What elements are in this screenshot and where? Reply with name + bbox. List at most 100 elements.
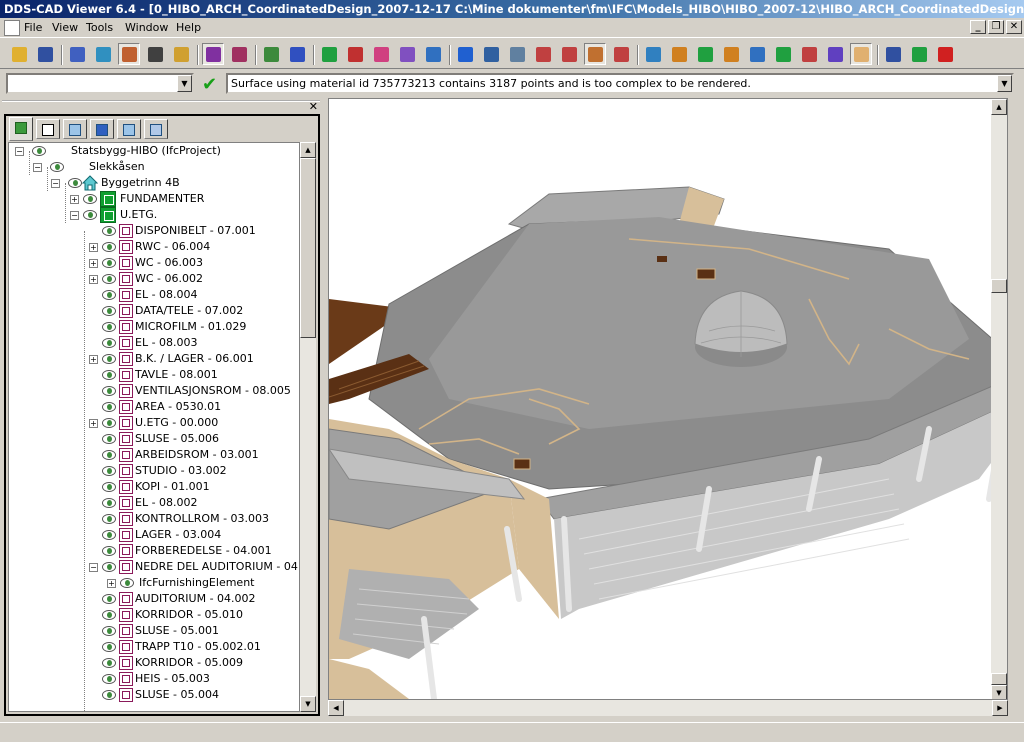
restore-button[interactable]: ❐ <box>988 20 1004 34</box>
tree-node-space[interactable]: + IfcFurnishingElement <box>107 575 299 591</box>
tree-node-space[interactable]: DATA/TELE - 07.002 <box>89 303 299 319</box>
eye-icon[interactable] <box>102 370 116 380</box>
hide-object-button[interactable] <box>344 43 366 65</box>
box-button[interactable] <box>506 43 528 65</box>
eye-icon[interactable] <box>32 146 46 156</box>
back-button[interactable] <box>694 43 716 65</box>
eye-icon[interactable] <box>68 178 82 188</box>
eye-icon[interactable] <box>102 482 116 492</box>
tree-node-space[interactable]: SLUSE - 05.006 <box>89 431 299 447</box>
collapse-toggle[interactable]: − <box>51 179 60 188</box>
panel-close-icon[interactable]: ✕ <box>309 100 318 113</box>
tree-node-space[interactable]: KORRIDOR - 05.010 <box>89 607 299 623</box>
view-iso-button[interactable] <box>584 43 606 65</box>
scroll-left-button[interactable]: ◀ <box>328 700 344 716</box>
tree-node-space[interactable]: AUDITORIUM - 04.002 <box>89 591 299 607</box>
properties-button[interactable] <box>422 43 444 65</box>
scroll-thumb[interactable] <box>991 279 1007 293</box>
tree-scrollbar[interactable]: ▲ ▼ <box>300 142 316 712</box>
message-combo[interactable]: Surface using material id 735773213 cont… <box>226 73 1014 94</box>
scroll-up-button[interactable]: ▲ <box>300 142 316 158</box>
collapse-toggle[interactable]: − <box>15 147 24 156</box>
eye-icon[interactable] <box>102 402 116 412</box>
tree-node-space[interactable]: − NEDRE DEL AUDITORIUM - 04 <box>89 559 299 575</box>
tab-list[interactable] <box>36 119 60 139</box>
eye-icon[interactable] <box>102 242 116 252</box>
render-mode-button[interactable] <box>202 43 224 65</box>
tree-node-space[interactable]: + WC - 06.003 <box>89 255 299 271</box>
tree-node-space[interactable]: + RWC - 06.004 <box>89 239 299 255</box>
view-top-button[interactable] <box>558 43 580 65</box>
tree-node-space[interactable]: FORBEREDELSE - 04.001 <box>89 543 299 559</box>
tree-node-space[interactable]: AREA - 0530.01 <box>89 399 299 415</box>
scroll-down-button[interactable]: ▼ <box>300 696 316 712</box>
scroll-thumb[interactable] <box>300 158 316 338</box>
eye-icon[interactable] <box>102 290 116 300</box>
color-palette-button[interactable] <box>370 43 392 65</box>
eye-icon[interactable] <box>102 610 116 620</box>
eye-icon[interactable] <box>102 274 116 284</box>
scroll-thumb[interactable] <box>991 673 1007 685</box>
measure-button[interactable] <box>286 43 308 65</box>
tree-node-space[interactable]: STUDIO - 03.002 <box>89 463 299 479</box>
tree-node-building[interactable]: − Byggetrinn 4B <box>51 175 291 191</box>
menu-window[interactable]: Window <box>125 21 168 34</box>
cut-button[interactable] <box>882 43 904 65</box>
eye-icon[interactable] <box>83 194 97 204</box>
eye-icon[interactable] <box>50 162 64 172</box>
tree-node-space[interactable]: KORRIDOR - 05.009 <box>89 655 299 671</box>
tab-documents[interactable] <box>144 119 168 139</box>
tree-node-space[interactable]: KONTROLLROM - 03.003 <box>89 511 299 527</box>
scroll-right-button[interactable]: ▶ <box>992 700 1008 716</box>
globe-button[interactable] <box>642 43 664 65</box>
eye-icon[interactable] <box>102 386 116 396</box>
open-button[interactable] <box>8 43 30 65</box>
info-button[interactable] <box>454 43 476 65</box>
expand-toggle[interactable]: + <box>89 243 98 252</box>
tree-node-space[interactable]: TAVLE - 08.001 <box>89 367 299 383</box>
home-button[interactable] <box>668 43 690 65</box>
menu-tools[interactable]: Tools <box>86 21 113 34</box>
eye-icon[interactable] <box>102 530 116 540</box>
tab-layers[interactable] <box>63 119 87 139</box>
eye-icon[interactable] <box>120 578 134 588</box>
tree-node-space[interactable]: SLUSE - 05.004 <box>89 687 299 703</box>
tree-node-space[interactable]: + B.K. / LAGER - 06.001 <box>89 351 299 367</box>
tree-node-storey-uetg[interactable]: − U.ETG. <box>70 207 290 223</box>
person-button[interactable] <box>798 43 820 65</box>
eye-icon[interactable] <box>102 322 116 332</box>
eye-icon[interactable] <box>102 498 116 508</box>
viewport-vscroll[interactable]: ▲ ▼ <box>991 99 1007 699</box>
close-button[interactable]: ✕ <box>1006 20 1022 34</box>
viewport-hscroll[interactable]: ◀ ▶ <box>328 700 1008 716</box>
eye-icon[interactable] <box>102 354 116 364</box>
tab-hierarchy[interactable] <box>90 119 114 139</box>
eye-icon[interactable] <box>102 226 116 236</box>
pan-button[interactable] <box>170 43 192 65</box>
eye-icon[interactable] <box>102 418 116 428</box>
eye-icon[interactable] <box>102 306 116 316</box>
fly-button[interactable] <box>824 43 846 65</box>
document-button[interactable] <box>480 43 502 65</box>
expand-toggle[interactable]: + <box>107 579 116 588</box>
tree-node-space[interactable]: MICROFILM - 01.029 <box>89 319 299 335</box>
expand-toggle[interactable]: + <box>70 195 79 204</box>
tree-node-space[interactable]: HEIS - 05.003 <box>89 671 299 687</box>
tree-node-space[interactable]: EL - 08.003 <box>89 335 299 351</box>
eye-icon[interactable] <box>102 258 116 268</box>
tree-node-space[interactable]: LAGER - 03.004 <box>89 527 299 543</box>
minimize-button[interactable]: _ <box>970 20 986 34</box>
refresh-button[interactable] <box>772 43 794 65</box>
tree-node-space[interactable]: ARBEIDSROM - 03.001 <box>89 447 299 463</box>
section-button[interactable] <box>746 43 768 65</box>
tree-node-space[interactable]: DISPONIBELT - 07.001 <box>89 223 299 239</box>
zoom-button[interactable] <box>66 43 88 65</box>
tree-node-site[interactable]: − Slekkåsen <box>33 159 293 175</box>
tree-node-space[interactable]: SLUSE - 05.001 <box>89 623 299 639</box>
layer-select[interactable]: ▼ <box>6 73 194 94</box>
tree-node-project[interactable]: − Statsbygg-HIBO (IfcProject) <box>15 143 295 159</box>
tab-tree[interactable] <box>9 117 33 141</box>
check-button[interactable] <box>908 43 930 65</box>
zoom-fit-button[interactable] <box>118 43 140 65</box>
tree-node-storey-fundamenter[interactable]: + FUNDAMENTER <box>70 191 290 207</box>
